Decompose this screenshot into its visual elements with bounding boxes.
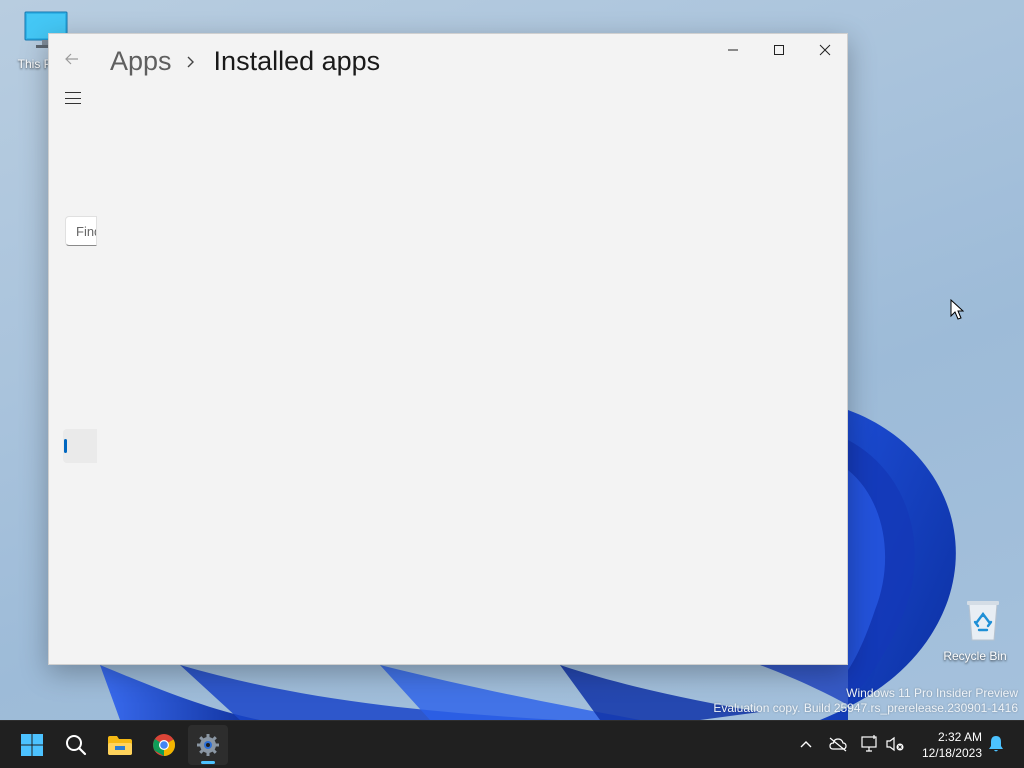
recycle-bin-desktop-icon[interactable]: Recycle Bin <box>940 598 1010 663</box>
notifications-button[interactable] <box>985 733 1007 755</box>
start-button[interactable] <box>12 725 52 765</box>
navigation-menu-button[interactable] <box>63 90 83 106</box>
clock-date: 12/18/2023 <box>921 746 982 760</box>
mouse-cursor-icon <box>950 299 964 320</box>
maximize-button[interactable] <box>756 34 802 66</box>
settings-taskbar-button[interactable] <box>188 725 228 765</box>
minimize-icon <box>728 49 738 51</box>
recycle-bin-icon <box>966 601 999 641</box>
selection-indicator <box>64 439 67 453</box>
minimize-button[interactable] <box>710 34 756 66</box>
arrow-left-icon <box>65 53 78 65</box>
clock-time: 2:32 AM <box>937 730 982 744</box>
chrome-icon <box>153 734 175 756</box>
onedrive-tray-button[interactable] <box>827 733 849 755</box>
cloud-off-icon <box>829 737 847 752</box>
watermark-build: Evaluation copy. Build 25947.rs_prerelea… <box>713 701 1018 715</box>
hamburger-line <box>65 103 81 104</box>
chevron-up-icon <box>800 741 812 748</box>
folder-icon <box>108 736 132 755</box>
page-title: Installed apps <box>213 46 381 76</box>
network-tray-button[interactable] <box>858 733 880 755</box>
breadcrumb-parent-apps[interactable]: Apps <box>110 46 172 77</box>
windows-logo-icon <box>21 734 43 756</box>
watermark-edition: Windows 11 Pro Insider Preview <box>846 686 1018 700</box>
running-indicator <box>201 761 215 764</box>
gear-icon <box>197 734 219 756</box>
desktop-icon-label: Recycle Bin <box>943 649 1007 663</box>
hamburger-icon <box>65 92 81 93</box>
taskbar-search-button[interactable] <box>56 725 96 765</box>
chevron-right-icon <box>186 55 200 69</box>
settings-window: Apps Installed apps Find <box>48 33 848 665</box>
volume-tray-button[interactable] <box>884 733 906 755</box>
taskbar: 2:32 AM 12/18/2023 <box>0 720 1024 768</box>
bell-icon <box>989 736 1003 752</box>
file-explorer-button[interactable] <box>100 725 140 765</box>
chrome-button[interactable] <box>144 725 184 765</box>
show-hidden-icons-button[interactable] <box>795 733 817 755</box>
nav-item-selected[interactable] <box>63 429 97 463</box>
close-button[interactable] <box>802 34 848 66</box>
hamburger-line <box>65 97 81 99</box>
breadcrumb: Apps Installed apps <box>110 46 380 77</box>
maximize-icon <box>774 45 784 55</box>
speaker-muted-icon <box>886 736 904 752</box>
network-icon <box>861 735 877 752</box>
taskbar-clock[interactable]: 2:32 AM 12/18/2023 <box>914 729 982 761</box>
search-icon <box>66 735 87 756</box>
back-button[interactable] <box>61 48 83 70</box>
find-setting-search-box[interactable]: Find <box>65 216 97 246</box>
close-icon <box>819 44 831 56</box>
search-placeholder: Find <box>76 224 96 239</box>
